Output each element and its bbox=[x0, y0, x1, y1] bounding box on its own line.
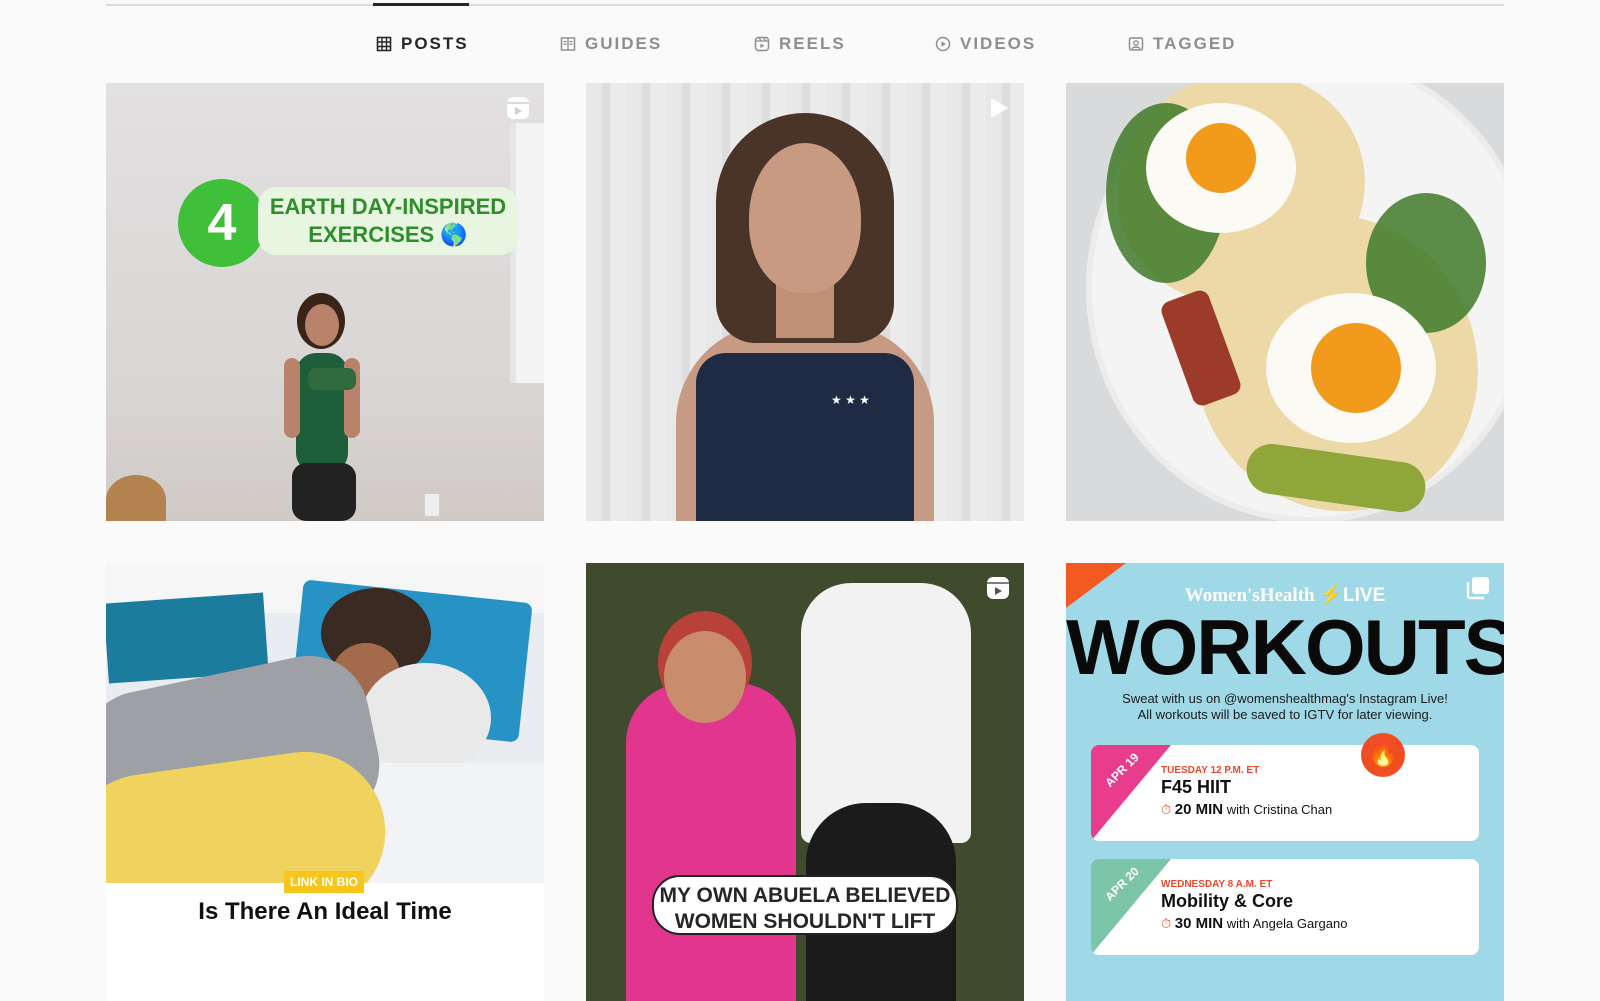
tab-tagged-label: TAGGED bbox=[1153, 34, 1237, 53]
tab-videos[interactable]: VIDEOS bbox=[935, 34, 1036, 54]
tab-posts-label: POSTS bbox=[401, 34, 469, 53]
session-time: WEDNESDAY 8 A.M. ET bbox=[1161, 879, 1273, 890]
tab-tagged[interactable]: TAGGED bbox=[1128, 34, 1236, 54]
session-card: APR 20 WEDNESDAY 8 A.M. ET Mobility & Co… bbox=[1091, 859, 1479, 955]
session-duration: 30 MIN bbox=[1174, 915, 1224, 932]
older-woman-head bbox=[664, 631, 746, 723]
wall-outlet bbox=[424, 493, 440, 517]
subtitle-line-2: All workouts will be saved to IGTV for l… bbox=[1137, 707, 1433, 722]
tab-divider bbox=[106, 4, 1504, 6]
grid-icon bbox=[376, 36, 392, 52]
shirt-stars: ★ ★ ★ bbox=[831, 393, 870, 407]
session-host: with Angela Gargano bbox=[1226, 916, 1348, 931]
post-egg-tacos[interactable] bbox=[1066, 83, 1504, 521]
yolk bbox=[1311, 323, 1401, 413]
carousel-icon bbox=[1466, 577, 1489, 600]
active-tab-indicator bbox=[373, 3, 469, 6]
session-title: Mobility & Core bbox=[1161, 891, 1294, 911]
number-badge: 4 bbox=[178, 179, 266, 267]
timer-icon: ⏱ bbox=[1161, 916, 1172, 931]
guides-icon bbox=[560, 37, 576, 51]
tab-reels[interactable]: REELS bbox=[754, 34, 846, 54]
pillow bbox=[361, 663, 491, 773]
reel-icon bbox=[507, 97, 529, 119]
session-card: APR 19 TUESDAY 12 P.M. ET F45 HIIT ⏱ 20 … bbox=[1091, 745, 1479, 841]
timer-icon: ⏱ bbox=[1161, 802, 1172, 817]
dog bbox=[106, 475, 166, 521]
post-workouts-schedule[interactable]: Women'sHealth ⚡LIVE WORKOUTS Sweat with … bbox=[1066, 563, 1504, 1001]
woman-figure bbox=[284, 293, 360, 521]
session-time: TUESDAY 12 P.M. ET bbox=[1161, 765, 1260, 776]
flame-icon: 🔥 bbox=[1361, 733, 1405, 777]
session-meta: ⏱ 20 MIN with Cristina Chan bbox=[1161, 801, 1332, 818]
subtitle: Sweat with us on @womenshealthmag's Inst… bbox=[1066, 691, 1504, 723]
tab-reels-label: REELS bbox=[779, 34, 846, 53]
session-duration: 20 MIN bbox=[1174, 801, 1224, 818]
subtitle-line-1: Sweat with us on @womenshealthmag's Inst… bbox=[1122, 691, 1448, 706]
window bbox=[510, 123, 544, 383]
tab-videos-label: VIDEOS bbox=[960, 34, 1037, 53]
reel-caption: MY OWN ABUELA BELIEVED WOMEN SHOULDN'T L… bbox=[652, 875, 958, 935]
session-meta: ⏱ 30 MIN with Angela Gargano bbox=[1161, 915, 1347, 932]
reels-icon bbox=[754, 36, 770, 52]
post-headline: Is There An Ideal Time bbox=[198, 898, 452, 925]
reel-icon bbox=[987, 577, 1009, 599]
tab-guides-label: GUIDES bbox=[585, 34, 663, 53]
older-woman bbox=[626, 683, 796, 1001]
yolk bbox=[1186, 123, 1256, 193]
post-title-overlay: EARTH DAY-INSPIRED EXERCISES 🌎 bbox=[258, 187, 518, 255]
tab-posts[interactable]: POSTS bbox=[376, 34, 469, 54]
profile-tabs: POSTS GUIDES REELS VIDEOS TAGGED bbox=[0, 34, 1600, 56]
video-icon bbox=[935, 36, 951, 52]
post-video-portrait[interactable]: ★ ★ ★ bbox=[586, 83, 1024, 521]
session-host: with Cristina Chan bbox=[1226, 802, 1333, 817]
post-earth-day-exercises[interactable]: 4 EARTH DAY-INSPIRED EXERCISES 🌎 bbox=[106, 83, 544, 521]
tank-top bbox=[696, 353, 914, 521]
face bbox=[749, 143, 861, 293]
tab-guides[interactable]: GUIDES bbox=[560, 34, 662, 54]
link-in-bio-badge: LINK IN BIO bbox=[284, 871, 364, 893]
workouts-headline: WORKOUTS bbox=[1066, 603, 1504, 691]
tagged-icon bbox=[1128, 37, 1144, 51]
post-abuela-reel[interactable]: MY OWN ABUELA BELIEVED WOMEN SHOULDN'T L… bbox=[586, 563, 1024, 1001]
video-icon bbox=[991, 98, 1008, 118]
session-title: F45 HIIT bbox=[1161, 777, 1232, 797]
post-sleep[interactable]: LINK IN BIO Is There An Ideal Time bbox=[106, 563, 544, 1001]
